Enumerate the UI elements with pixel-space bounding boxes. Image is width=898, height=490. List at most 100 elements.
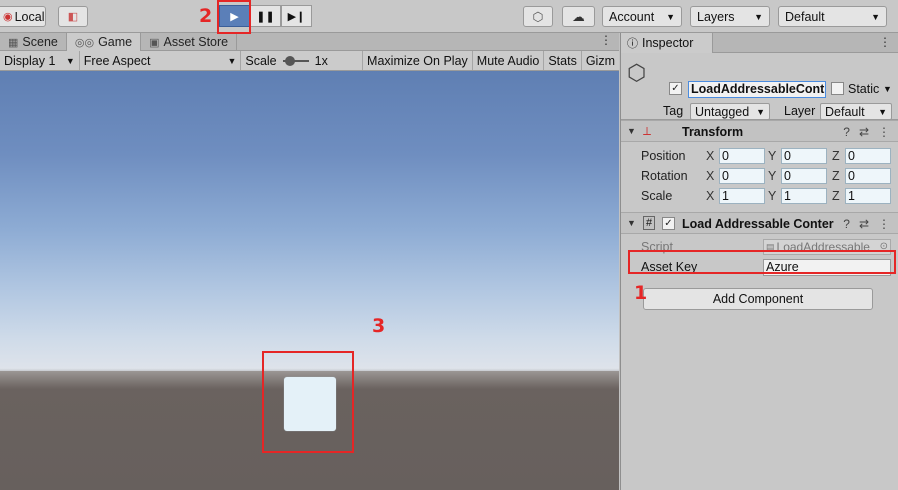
static-checkbox[interactable] — [831, 82, 844, 95]
aspect-label: Free Aspect — [83, 54, 151, 68]
layers-dropdown[interactable]: Layers ▼ — [690, 6, 770, 27]
position-x-input[interactable]: 0 — [719, 148, 765, 164]
kebab-menu-icon[interactable]: ⋮ — [879, 35, 891, 49]
asset-key-label: Asset Key — [641, 260, 698, 274]
component-enabled-checkbox[interactable]: ✓ — [662, 217, 675, 230]
step-button[interactable]: ▶❙ — [281, 5, 312, 27]
annotation-number-3: 3 — [372, 315, 386, 337]
axis-label-y: Y — [768, 189, 777, 203]
field-label: Scale — [641, 189, 673, 203]
kebab-menu-icon[interactable]: ⋮ — [878, 125, 890, 139]
collab-local-button[interactable]: ◉ Local — [0, 6, 46, 27]
tag-label: Tag — [663, 104, 684, 118]
scale-z-input[interactable]: 1 — [845, 188, 891, 204]
position-z-input[interactable]: 0 — [845, 148, 891, 164]
collab-icon: ⬡ — [532, 10, 544, 24]
pause-icon: ❚❚ — [256, 10, 275, 23]
tag-dropdown[interactable]: Untagged ▼ — [690, 103, 770, 120]
display-dropdown[interactable]: Display 1 ▼ — [0, 51, 80, 70]
annotation-number-1: 1 — [634, 282, 648, 304]
chevron-down-icon: ▼ — [227, 56, 237, 66]
cloud-icon: ☁ — [572, 10, 585, 24]
chevron-down-icon[interactable]: ▼ — [883, 84, 892, 94]
play-button[interactable]: ▶ — [219, 5, 250, 27]
layer-dropdown[interactable]: Default ▼ — [820, 103, 892, 120]
rotation-z-input[interactable]: 0 — [845, 168, 891, 184]
static-label: Static — [848, 82, 880, 96]
rotation-x-input[interactable]: 0 — [719, 168, 765, 184]
position-y-input[interactable]: 0 — [781, 148, 827, 164]
rotation-y-input[interactable]: 0 — [781, 168, 827, 184]
scene-grid-icon: ▦ — [8, 36, 19, 49]
tab-label: Game — [98, 35, 133, 49]
tab-scene[interactable]: ▦ Scene — [0, 33, 67, 51]
maximize-label: Maximize On Play — [367, 54, 468, 68]
chevron-down-icon: ▼ — [878, 106, 887, 117]
stats-label: Stats — [548, 54, 577, 68]
object-picker-icon[interactable]: ⊙ — [880, 240, 890, 254]
main-toolbar: ◉ Local ◧ ▶ ❚❚ ▶❙ ⬡ ☁ Account ▼ Layers ▼… — [0, 0, 898, 33]
gizmos-toggle[interactable]: Gizm — [582, 51, 619, 70]
cube-icon: ⬡ — [627, 60, 647, 85]
scale-control[interactable]: Scale 1x — [241, 51, 364, 70]
field-label: Rotation — [641, 169, 688, 183]
axis-label-y: Y — [768, 169, 777, 183]
annotation-number-2: 2 — [199, 5, 213, 27]
tab-asset-store[interactable]: ▣ Asset Store — [141, 33, 238, 51]
tag-value: Untagged — [695, 104, 750, 119]
preset-icon[interactable]: ⇄ — [859, 125, 869, 139]
asset-key-input[interactable]: Azure — [763, 259, 891, 276]
foldout-icon[interactable]: ▼ — [627, 218, 636, 228]
mute-audio-toggle[interactable]: Mute Audio — [473, 51, 545, 70]
script-component-header[interactable]: ▼ # ✓ Load Addressable Conter ? ⇄ ⋮ — [621, 212, 898, 234]
preset-icon[interactable]: ⇄ — [859, 217, 869, 231]
slider-handle[interactable] — [284, 56, 295, 66]
pause-button[interactable]: ❚❚ — [250, 5, 281, 27]
game-view-toolbar: Display 1 ▼ Free Aspect ▼ Scale 1x Maxim… — [0, 51, 619, 71]
collab-button[interactable]: ⬡ — [523, 6, 553, 27]
stats-toggle[interactable]: Stats — [544, 51, 582, 70]
layer-label: Layer — [784, 104, 816, 118]
chevron-down-icon: ▼ — [756, 106, 765, 117]
play-controls: ▶ ❚❚ ▶❙ — [219, 5, 312, 27]
foldout-icon[interactable]: ▼ — [627, 126, 636, 136]
info-icon: ⓘ — [627, 38, 638, 50]
local-label: Local — [14, 9, 45, 24]
cloud-diagnostics-button[interactable]: ◧ — [58, 6, 88, 27]
scale-x-input[interactable]: 1 — [719, 188, 765, 204]
axis-label-z: Z — [832, 169, 840, 183]
cloud-button[interactable]: ☁ — [562, 6, 595, 27]
component-title: Transform — [682, 125, 744, 139]
layout-dropdown[interactable]: Default ▼ — [778, 6, 887, 27]
game-viewport[interactable] — [0, 71, 619, 490]
aspect-dropdown[interactable]: Free Aspect ▼ — [80, 51, 242, 70]
kebab-menu-icon[interactable]: ⋮ — [600, 33, 612, 47]
account-dropdown[interactable]: Account ▼ — [602, 6, 682, 27]
mute-label: Mute Audio — [476, 54, 540, 68]
help-icon[interactable]: ? — [843, 217, 850, 231]
add-component-button[interactable]: Add Component — [643, 288, 873, 310]
inspector-panel: ⓘ Inspector ⋮ ⬡ ✓ LoadAddressableCont St… — [620, 33, 898, 490]
scale-slider[interactable] — [282, 56, 309, 66]
object-name-field[interactable]: LoadAddressableCont — [688, 81, 826, 98]
active-checkbox[interactable]: ✓ — [669, 82, 682, 95]
help-icon[interactable]: ? — [843, 125, 850, 139]
gizmos-label: Gizm — [585, 54, 615, 68]
kebab-menu-icon[interactable]: ⋮ — [878, 217, 890, 231]
transform-row-scale: Scale X 1 Y 1 Z 1 — [621, 186, 898, 206]
scale-label: Scale — [245, 54, 277, 68]
axis-label-z: Z — [832, 189, 840, 203]
inspector-tab-bar: ⓘ Inspector ⋮ — [621, 33, 898, 53]
tab-label: Asset Store — [163, 35, 229, 49]
chevron-down-icon: ▼ — [65, 56, 75, 66]
tab-inspector[interactable]: ⓘ Inspector — [621, 33, 713, 53]
gamepad-icon: ◎◎ — [74, 36, 95, 49]
scale-value: 1x — [314, 54, 328, 68]
script-label: Script — [641, 240, 673, 254]
transform-header[interactable]: ▼ ⟂ Transform ? ⇄ ⋮ — [621, 120, 898, 142]
maximize-on-play-toggle[interactable]: Maximize On Play — [363, 51, 473, 70]
view-tab-bar: ▦ Scene ◎◎ Game ▣ Asset Store ⋮ — [0, 33, 619, 51]
tab-game[interactable]: ◎◎ Game — [66, 33, 142, 51]
layer-value: Default — [825, 104, 865, 119]
scale-y-input[interactable]: 1 — [781, 188, 827, 204]
